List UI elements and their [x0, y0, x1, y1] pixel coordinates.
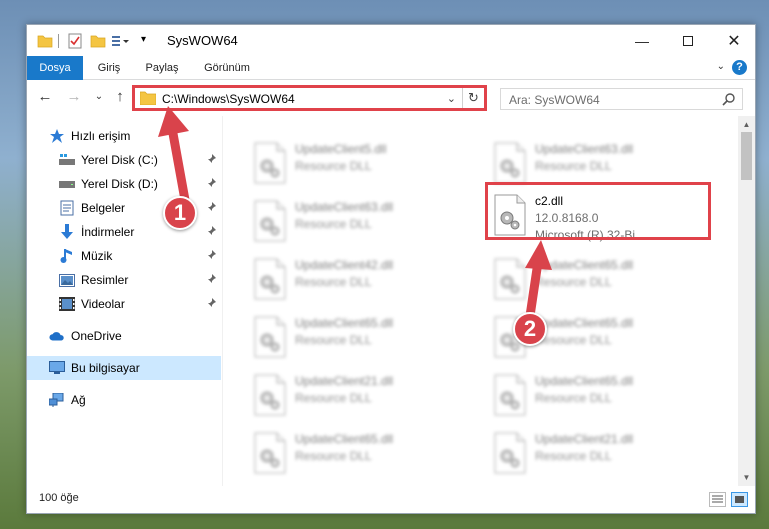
- step-2-badge: 2: [513, 312, 547, 346]
- arrow-1: [158, 106, 190, 205]
- annotation-layer: [158, 106, 552, 321]
- arrow-2: [525, 240, 552, 321]
- step-1-badge: 1: [163, 196, 197, 230]
